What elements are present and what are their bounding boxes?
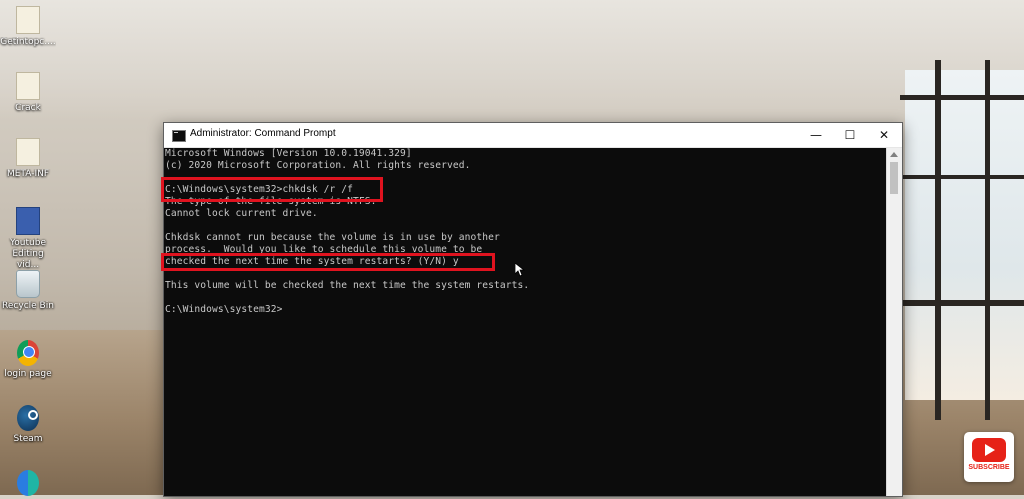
- wallpaper-frame: [985, 60, 990, 420]
- youtube-play-icon: [972, 438, 1006, 462]
- wallpaper-frame: [900, 300, 1024, 306]
- edge-icon: [17, 470, 39, 496]
- terminal-line: Microsoft Windows [Version 10.0.19041.32…: [165, 148, 412, 159]
- chrome-icon: [17, 340, 39, 366]
- terminal-icon: [172, 130, 186, 142]
- recycle-bin-icon: [16, 270, 40, 298]
- maximize-button[interactable]: ☐: [834, 123, 866, 147]
- desktop-icon-steam[interactable]: Steam: [0, 405, 56, 445]
- window-title: Administrator: Command Prompt: [190, 128, 336, 139]
- terminal-line: C:\Windows\system32>: [165, 304, 283, 315]
- desktop-icon-label: META-INF: [6, 169, 50, 179]
- file-icon: [16, 72, 40, 100]
- desktop-icon-crack[interactable]: Crack: [0, 72, 56, 114]
- desktop-icon-label: Youtube Editing vid...: [10, 238, 46, 270]
- wallpaper-frame: [900, 175, 1024, 179]
- highlight-box-command: [161, 177, 383, 202]
- wallpaper-frame: [935, 60, 941, 420]
- desktop-icon-label: login page: [4, 369, 52, 379]
- file-icon: [16, 138, 40, 166]
- subscribe-label: SUBSCRIBE: [968, 464, 1010, 471]
- desktop-icon-meta-inf[interactable]: META-INF: [0, 138, 56, 180]
- terminal-line: Chkdsk cannot run because the volume is …: [165, 232, 500, 243]
- steam-icon: [17, 405, 39, 431]
- terminal-line: Cannot lock current drive.: [165, 208, 318, 219]
- minimize-button[interactable]: —: [800, 123, 832, 147]
- vertical-scrollbar[interactable]: [886, 148, 902, 496]
- desktop-icon-getintopc[interactable]: Getintopc....: [0, 6, 56, 48]
- desktop-icon-label: Getintopc....: [0, 37, 56, 47]
- mouse-pointer-icon: [515, 263, 525, 277]
- subscribe-badge[interactable]: SUBSCRIBE: [964, 432, 1014, 482]
- desktop-icon-label: Crack: [15, 103, 41, 113]
- desktop-icon-label: Steam: [13, 434, 43, 444]
- highlight-box-prompt-answer: [161, 253, 495, 271]
- desktop-icon-youtube-editing[interactable]: Youtube Editing vid...: [0, 207, 56, 271]
- terminal-line: (c) 2020 Microsoft Corporation. All righ…: [165, 160, 471, 171]
- close-button[interactable]: ✕: [868, 123, 900, 147]
- desktop-icon-label: Recycle Bin: [2, 301, 54, 311]
- terminal-line: This volume will be checked the next tim…: [165, 280, 530, 291]
- wallpaper-frame: [900, 95, 1024, 100]
- window-titlebar[interactable]: Administrator: Command Prompt — ☐ ✕: [164, 123, 902, 148]
- video-file-icon: [16, 207, 40, 235]
- file-icon: [16, 6, 40, 34]
- wallpaper-ceiling: [0, 0, 1024, 120]
- scroll-thumb[interactable]: [890, 162, 898, 194]
- desktop-icon-login-page[interactable]: login page: [0, 340, 56, 380]
- scroll-up-icon[interactable]: [890, 152, 898, 157]
- wallpaper-window-pane: [905, 70, 1024, 400]
- desktop-icon-recycle-bin[interactable]: Recycle Bin: [0, 270, 56, 312]
